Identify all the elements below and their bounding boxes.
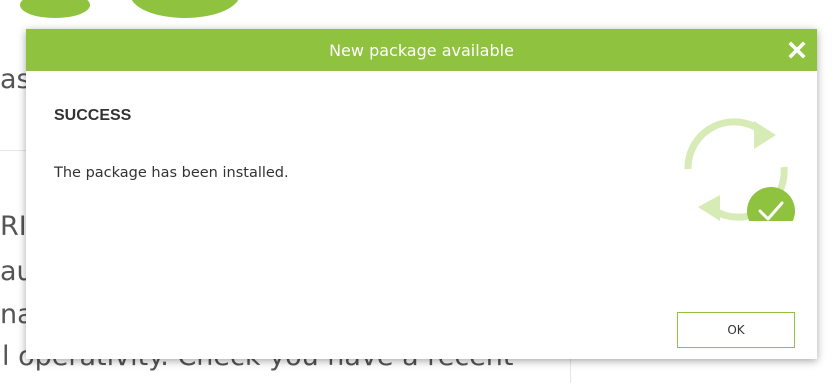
background-logo-shape: [130, 0, 240, 18]
close-button[interactable]: [787, 40, 807, 60]
dialog-header: New package available: [26, 29, 817, 71]
status-message: The package has been installed.: [54, 165, 289, 181]
dialog-title: New package available: [329, 40, 514, 60]
ok-button[interactable]: OK: [677, 312, 795, 348]
background-text-line: RI: [0, 211, 27, 242]
dialog-body: SUCCESS The package has been installed. …: [26, 71, 817, 359]
package-dialog: New package available SUCCESS The packag…: [26, 29, 817, 359]
background-logo-shape: [20, 0, 90, 18]
app-page: as RI au na l operativity. Check you hav…: [0, 0, 837, 383]
close-icon: [788, 41, 806, 59]
status-heading: SUCCESS: [54, 107, 132, 124]
sync-success-icon: [684, 118, 795, 221]
